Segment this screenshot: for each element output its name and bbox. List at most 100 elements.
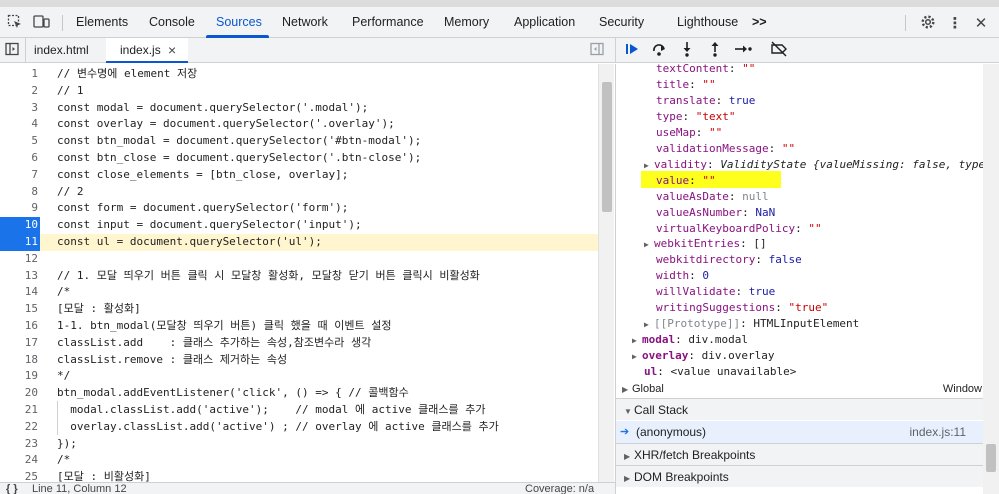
breakpoint-line-number[interactable]: 11	[0, 234, 40, 251]
line-number[interactable]: 3	[0, 100, 38, 117]
scope-property-row[interactable]: value: ""	[656, 173, 716, 189]
scope-property-row[interactable]: title: ""	[656, 77, 716, 93]
code-line[interactable]: 3 const modal = document.querySelector('.…	[0, 100, 600, 117]
line-number[interactable]: 15	[0, 301, 38, 318]
code-line[interactable]: 5 const btn_modal = document.querySelecto…	[0, 133, 600, 150]
scope-property-row[interactable]: width: 0	[656, 268, 709, 284]
line-number[interactable]: 21	[0, 402, 38, 419]
tab-application[interactable]: Application	[514, 7, 575, 38]
scope-variable-row[interactable]: ▶ modal: div.modal	[632, 332, 748, 348]
tab-console[interactable]: Console	[149, 7, 195, 38]
line-number[interactable]: 12	[0, 251, 38, 268]
file-tab-index-js[interactable]: index.js ×	[106, 38, 188, 63]
expand-triangle-icon[interactable]: ▶	[644, 158, 654, 174]
scope-property-row[interactable]: writingSuggestions: "true"	[656, 300, 828, 316]
line-number[interactable]: 6	[0, 150, 38, 167]
line-number[interactable]: 25	[0, 469, 38, 482]
sidebar-scrollbar[interactable]	[983, 64, 999, 494]
code-line[interactable]: 22 overlay.classList.add('active') ; // …	[0, 419, 600, 436]
scope-property-row[interactable]: validationMessage: ""	[656, 141, 795, 157]
scope-property-row[interactable]: valueAsDate: null	[656, 189, 769, 205]
expand-triangle-icon[interactable]: ▶	[644, 317, 654, 333]
scope-property-row[interactable]: virtualKeyboardPolicy: ""	[656, 221, 822, 237]
more-tabs-icon[interactable]: >>	[752, 7, 767, 38]
scope-property-row[interactable]: textContent: ""	[656, 64, 755, 77]
breakpoint-line-number[interactable]: 10	[0, 217, 40, 234]
line-number[interactable]: 19	[0, 368, 38, 385]
toggle-navigator-icon[interactable]	[5, 42, 20, 60]
tab-performance[interactable]: Performance	[352, 7, 424, 38]
line-number[interactable]: 22	[0, 419, 38, 436]
close-tab-icon[interactable]: ×	[168, 38, 176, 63]
code-line[interactable]: 17 classList.add : 클래스 추가하는 속성,참조변수라 생각	[0, 335, 600, 352]
tab-security[interactable]: Security	[599, 7, 644, 38]
editor-scrollbar[interactable]	[598, 64, 614, 482]
step-out-icon[interactable]	[706, 41, 724, 59]
inspect-element-icon[interactable]	[6, 14, 24, 32]
collapse-triangle-icon[interactable]: ▼	[624, 401, 634, 423]
code-line[interactable]: 19 */	[0, 368, 600, 385]
scope-property-row[interactable]: willValidate: true	[656, 284, 775, 300]
code-line[interactable]: 4 const overlay = document.querySelector(…	[0, 116, 600, 133]
more-options-kebab-icon[interactable]: ⋮	[946, 14, 964, 32]
code-line-paused[interactable]: 11 const ul = document.querySelector('ul'…	[0, 234, 600, 251]
line-number[interactable]: 13	[0, 268, 38, 285]
line-number[interactable]: 7	[0, 167, 38, 184]
collapsed-section-header[interactable]: ▶ DOM Breakpoints	[616, 465, 999, 487]
expand-triangle-icon[interactable]: ▶	[632, 349, 642, 365]
step-into-icon[interactable]	[678, 41, 696, 59]
code-line[interactable]: 1 // 변수명에 element 저장	[0, 66, 600, 83]
sidebar-scrollbar-thumb[interactable]	[986, 444, 996, 472]
scope-variable-row[interactable]: ▶ overlay: div.overlay	[632, 348, 774, 364]
tab-memory[interactable]: Memory	[444, 7, 489, 38]
pretty-print-icon[interactable]: { }	[6, 483, 18, 494]
collapsed-section-header[interactable]: ▶ XHR/fetch Breakpoints	[616, 443, 999, 465]
code-line[interactable]: 24 /*	[0, 452, 600, 469]
code-line[interactable]: 16 1-1. btn_modal(모달창 띄우기 버튼) 클릭 했을 때 이벤트…	[0, 318, 600, 335]
code-line-breakpoint[interactable]: 10 const input = document.querySelector('…	[0, 217, 600, 234]
tab-network[interactable]: Network	[282, 7, 328, 38]
resume-script-icon[interactable]	[623, 41, 641, 59]
expand-triangle-icon[interactable]: ▶	[644, 237, 654, 253]
scope-property-row[interactable]: translate: true	[656, 93, 755, 109]
expand-triangle-icon[interactable]: ▶	[632, 333, 642, 349]
expand-triangle-icon[interactable]: ▶	[622, 382, 632, 398]
file-tab-index-html[interactable]: index.html	[34, 38, 89, 63]
line-number[interactable]: 16	[0, 318, 38, 335]
line-number[interactable]: 9	[0, 200, 38, 217]
line-number[interactable]: 17	[0, 335, 38, 352]
line-number[interactable]: 20	[0, 385, 38, 402]
scope-property-row[interactable]: ▶ validity: ValidityState {valueMissing: …	[644, 157, 999, 173]
call-frame-row[interactable]: ➔ (anonymous) index.js:11	[616, 421, 984, 443]
global-scope-row[interactable]: ▶ Global Window	[622, 381, 982, 397]
line-number[interactable]: 1	[0, 66, 38, 83]
line-number[interactable]: 2	[0, 83, 38, 100]
code-line[interactable]: 18 classList.remove : 클래스 제거하는 속성	[0, 352, 600, 369]
tab-lighthouse[interactable]: Lighthouse	[677, 7, 738, 38]
code-line[interactable]: 13 // 1. 모달 띄우기 버튼 클릭 시 모달창 활성화, 모달창 닫기 버…	[0, 268, 600, 285]
tab-elements[interactable]: Elements	[76, 7, 128, 38]
line-number[interactable]: 4	[0, 116, 38, 133]
line-number[interactable]: 24	[0, 452, 38, 469]
line-number[interactable]: 5	[0, 133, 38, 150]
code-line[interactable]: 23});	[0, 436, 600, 453]
code-line[interactable]: 9 const form = document.querySelector('fo…	[0, 200, 600, 217]
scope-property-row[interactable]: useMap: ""	[656, 125, 722, 141]
line-number[interactable]: 23	[0, 436, 38, 453]
code-line[interactable]: 14 /*	[0, 284, 600, 301]
code-line[interactable]: 8 // 2	[0, 184, 600, 201]
settings-gear-icon[interactable]	[919, 14, 937, 32]
code-line[interactable]: 2 // 1	[0, 83, 600, 100]
step-over-icon[interactable]	[650, 41, 668, 59]
scope-variable-row[interactable]: ul: <value unavailable>	[644, 364, 796, 380]
code-line[interactable]: 15 [모달 : 활성화]	[0, 301, 600, 318]
code-editor[interactable]: 1 // 변수명에 element 저장 2 // 1 3 const modal =…	[0, 64, 615, 482]
close-devtools-icon[interactable]: ✕	[972, 14, 990, 32]
code-line[interactable]: 25 [모달 : 비활성화]	[0, 469, 600, 482]
scope-property-row[interactable]: type: "text"	[656, 109, 736, 125]
tab-sources[interactable]: Sources	[216, 7, 262, 38]
code-line[interactable]: 21 modal.classList.add('active'); // mod…	[0, 402, 600, 419]
step-icon[interactable]	[734, 41, 752, 59]
scope-property-row[interactable]: ▶ [[Prototype]]: HTMLInputElement	[644, 316, 859, 332]
toggle-debugger-sidebar-icon[interactable]	[590, 42, 605, 60]
